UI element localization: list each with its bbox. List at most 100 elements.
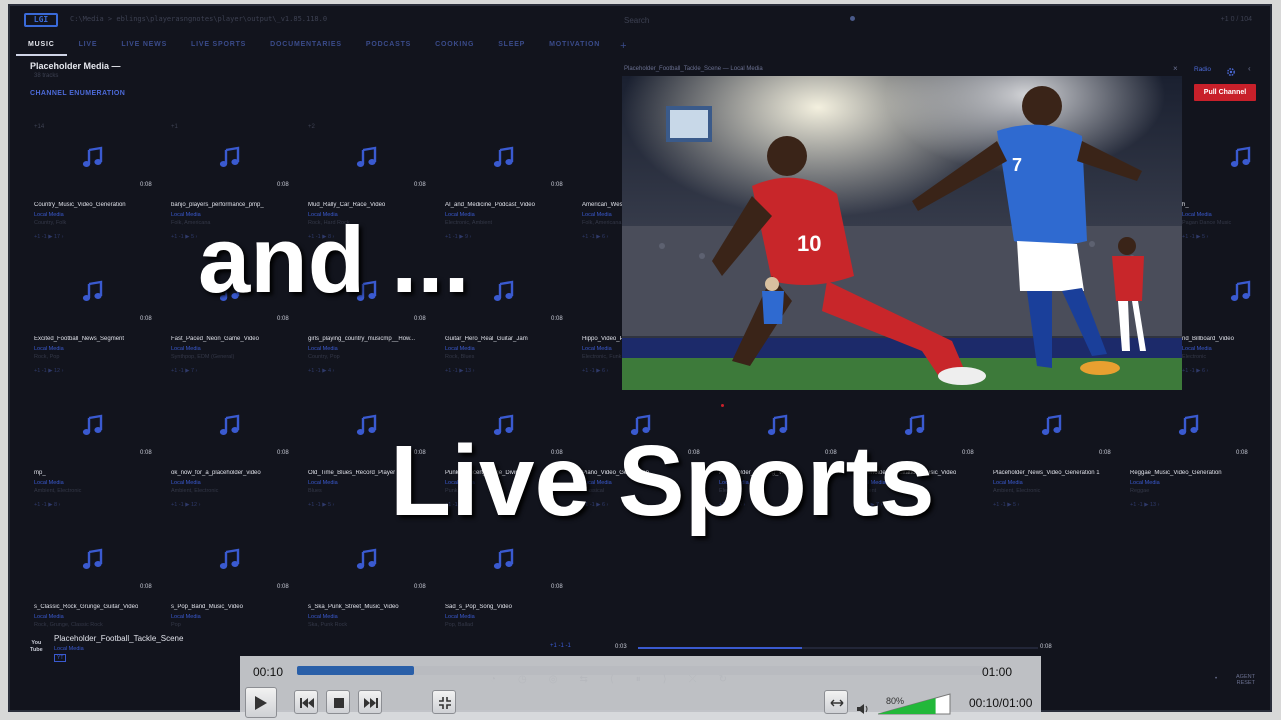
gear-icon[interactable] [1226,64,1236,76]
track-source: Local Media [445,614,475,620]
track-controls[interactable]: +1 -1 ▶ 5 › [1182,234,1208,240]
track-name: s_Ska_Punk_Street_Music_Video [308,604,399,610]
app-window: LGI C:\Media > eblings\playerasngnotes\p… [8,4,1272,712]
top-bar: LGI C:\Media > eblings\playerasngnotes\p… [10,6,1270,36]
track-source: Local Media [34,480,64,486]
music-note-icon [80,280,104,304]
music-note-icon [1228,146,1252,170]
track-source: Local Media [1130,480,1160,486]
track-badge: +1 [171,124,178,130]
file-path: C:\Media > eblings\playerasngnotes\playe… [70,15,328,23]
track-card[interactable]: 0:08 mp_ Local Media Ambient, Electronic +1 … [30,386,160,516]
track-controls[interactable]: +1 -1 ▶ 5 › [171,234,197,240]
pull-channel-button[interactable]: Pull Channel [1194,84,1256,101]
track-controls[interactable]: +1 -1 ▶ 13 › [445,368,474,374]
track-card[interactable]: 0:08 Sad_s_Pop_Song_Video Local Media Pop, … [441,520,571,650]
tab-live-sports[interactable]: LIVE SPORTS [179,38,258,56]
track-controls[interactable]: +1 -1 ▶ 7 › [171,368,197,374]
search-input[interactable]: Search [624,16,649,25]
track-genre: Pop, Ballad [445,622,474,628]
music-note-icon [80,414,104,438]
vote-controls[interactable]: +1 -1 -1 [550,643,571,649]
close-icon[interactable]: × [1173,64,1178,73]
track-controls[interactable]: +1 -1 ▶ 6 › [1182,368,1208,374]
agent-reset-button[interactable]: AGENT RESET [1236,674,1255,686]
tab-live-news[interactable]: LIVE NEWS [109,38,179,56]
search-icon[interactable] [850,16,855,21]
track-name: s_Classic_Rock_Grunge_Guitar_Video [34,604,139,610]
music-note-icon [354,146,378,170]
track-genre: Reggae [1130,488,1150,494]
speaker-icon[interactable] [856,702,870,720]
track-genre: Ambient, Electronic [993,488,1041,494]
jersey-number-blue: 7 [1012,155,1022,175]
app-logo[interactable]: LGI [24,13,58,27]
tab-documentaries[interactable]: DOCUMENTARIES [258,38,354,56]
music-note-icon [217,548,241,572]
track-card[interactable]: 0:08 s_Classic_Rock_Grunge_Guitar_Video Lo… [30,520,160,650]
track-controls[interactable]: +1 -1 ▶ 12 › [171,502,200,508]
track-controls[interactable]: +1 -1 ▶ 8 › [34,502,60,508]
music-note-icon [1228,280,1252,304]
next-button[interactable] [358,690,382,714]
aspect-ratio-button[interactable] [824,690,848,714]
tab-motivation[interactable]: MOTIVATION [537,38,612,56]
player-time-display: 00:10/01:00 [969,696,1033,710]
track-card[interactable]: 0:08 s_Pop_Band_Music_Video Local Media Pop [167,520,297,650]
track-card[interactable]: +14 0:08 Country_Music_Video_Generation Loc… [30,118,160,248]
track-source: Local Media [308,480,338,486]
tab-podcasts[interactable]: PODCASTS [354,38,423,56]
track-controls[interactable]: +1 -1 ▶ 17 › [34,234,63,240]
track-card[interactable]: 0:08h_Local MediaPagan Dance Music+1 -1 … [1178,118,1270,248]
track-duration: 0:08 [277,316,289,322]
track-card[interactable]: 0:08 ok_now_for_a_placeholder_video Local … [167,386,297,516]
track-name: Sad_s_Pop_Song_Video [445,604,512,610]
volume-slider[interactable] [877,693,952,720]
track-name: Reggae_Music_Video_Generation [1130,470,1222,476]
track-name: mp_ [34,470,46,476]
radio-toggle[interactable]: Radio [1194,66,1211,73]
track-genre: Country, Pop [308,354,340,360]
music-note-icon [217,414,241,438]
play-button[interactable] [245,687,277,718]
live-indicator [721,404,724,407]
tab-sleep[interactable]: SLEEP [486,38,537,56]
track-controls[interactable]: +1 -1 ▶ 6 › [582,368,608,374]
tab-cooking[interactable]: COOKING [423,38,486,56]
music-note-icon [491,548,515,572]
track-duration: 0:08 [140,450,152,456]
channel-enumeration-link[interactable]: CHANNEL ENUMERATION [30,90,125,97]
now-playing-source: Local Media [54,646,84,652]
now-playing-seekbar[interactable] [638,647,1038,649]
track-controls[interactable]: +1 -1 ▶ 13 › [1130,502,1159,508]
track-source: Local Media [582,212,612,218]
exit-fullscreen-button[interactable] [432,690,456,714]
chevron-left-icon[interactable]: ‹ [1248,64,1251,73]
music-note-icon [491,146,515,170]
track-controls[interactable]: +1 -1 ▶ 5 › [308,502,334,508]
track-controls[interactable]: +1 -1 ▶ 4 › [308,368,334,374]
track-controls[interactable]: +1 -1 ▶ 5 › [993,502,1019,508]
player-current-time: 00:10 [253,665,284,679]
music-note-icon [1039,414,1063,438]
tab-live[interactable]: LIVE [67,38,110,56]
track-duration: 0:08 [140,316,152,322]
add-tab-button[interactable]: + [612,38,634,56]
track-genre: Ska, Punk Rock [308,622,348,628]
track-controls[interactable]: +1 -1 ▶ 6 › [582,234,608,240]
track-card[interactable]: 0:08nd_Billboard_VideoLocal MediaElectro… [1178,252,1270,382]
track-genre: Ambient, Electronic [34,488,82,494]
previous-button[interactable] [294,690,318,714]
video-preview[interactable]: 10 7 [622,76,1182,390]
tab-music[interactable]: MUSIC [16,38,67,56]
track-duration: 0:08 [140,182,152,188]
status-dot: • [1215,676,1218,682]
track-duration: 0:08 [277,584,289,590]
stop-button[interactable] [326,690,350,714]
track-card[interactable]: 0:08 Reggae_Music_Video_Generation Local M… [1126,386,1256,516]
track-card[interactable]: 0:08 Excited_Football_News_Segment Local M… [30,252,160,382]
track-duration: 0:08 [962,450,974,456]
track-controls[interactable]: +1 -1 ▶ 12 › [34,368,63,374]
track-card[interactable]: 0:08 Placeholder_News_Video_Generation 1 L… [989,386,1119,516]
track-card[interactable]: 0:08 s_Ska_Punk_Street_Music_Video Local M… [304,520,434,650]
